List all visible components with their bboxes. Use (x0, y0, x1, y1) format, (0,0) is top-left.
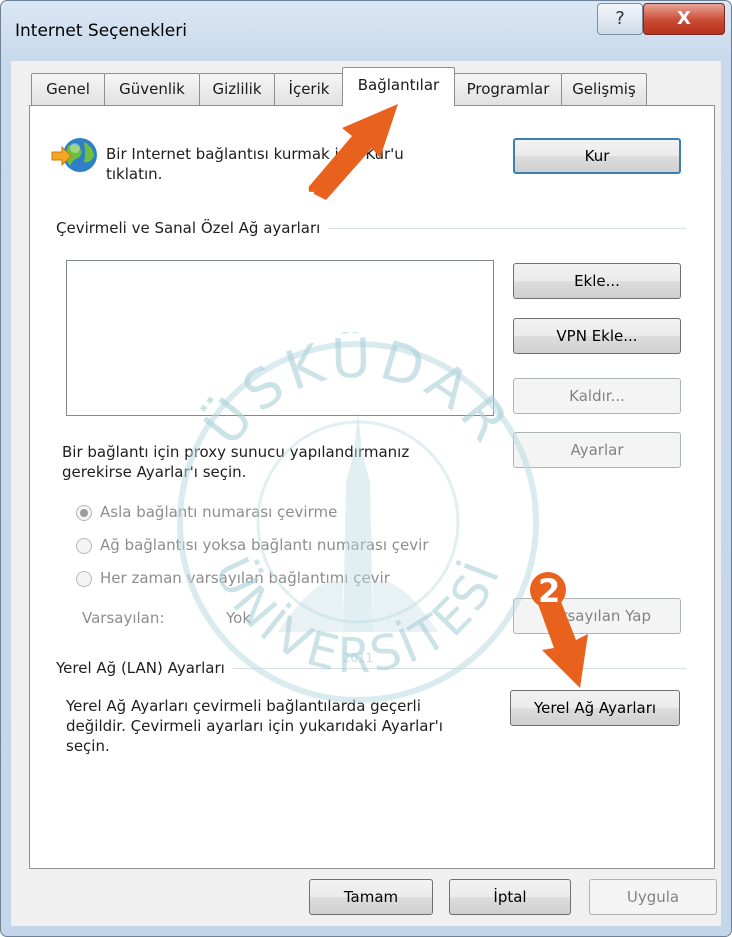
tab-label: Gelişmiş (572, 80, 636, 98)
tab-label: Genel (46, 80, 90, 98)
button-label: Yerel Ağ Ayarları (533, 699, 657, 717)
button-label: İptal (493, 888, 527, 906)
ok-button[interactable]: Tamam (309, 879, 433, 915)
dialup-settings-button[interactable]: Ayarlar (513, 432, 681, 468)
connections-list[interactable] (66, 260, 494, 416)
tab-gizlilik[interactable]: Gizlilik (199, 73, 275, 105)
tab-guvenlik[interactable]: Güvenlik (104, 73, 200, 105)
setup-description-cont: tıklatın. (106, 165, 163, 183)
button-label: Ekle... (574, 272, 620, 290)
proxy-description: Bir bağlantı için proxy sunucu yapılandı… (62, 443, 410, 461)
tab-programlar[interactable]: Programlar (454, 73, 562, 105)
button-label: Kaldır... (569, 387, 625, 405)
tab-genel[interactable]: Genel (31, 73, 105, 105)
remove-button[interactable]: Kaldır... (513, 378, 681, 414)
radio-always-dial-label: Her zaman varsayılan bağlantımı çevir (100, 569, 390, 587)
tab-label: Programlar (466, 80, 550, 98)
step-1-number: 1 (294, 166, 317, 204)
help-button[interactable]: ? (597, 3, 643, 35)
dialup-group-label: Çevirmeli ve Sanal Özel Ağ ayarları (56, 218, 329, 238)
button-label: Ayarlar (570, 441, 624, 459)
default-connection-value: Yok (226, 609, 252, 627)
button-label: Kur (584, 147, 610, 165)
help-icon: ? (615, 8, 625, 29)
title-bar[interactable]: Internet Seçenekleri ? X (1, 1, 731, 61)
radio-never-dial-label: Asla bağlantı numarası çevirme (100, 503, 338, 521)
radio-dial-when-no-network-label: Ağ bağlantısı yoksa bağlantı numarası çe… (100, 536, 429, 554)
add-vpn-button[interactable]: VPN Ekle... (513, 318, 681, 354)
window-title: Internet Seçenekleri (15, 21, 187, 41)
apply-button[interactable]: Uygula (589, 879, 717, 915)
button-label: Uygula (626, 888, 680, 906)
setup-button[interactable]: Kur (513, 138, 681, 174)
button-label: VPN Ekle... (556, 327, 638, 345)
lan-description-cont: değildir. Çevirmeli ayarları için yukarı… (66, 717, 443, 735)
radio-never-dial[interactable] (76, 505, 92, 521)
lan-description-end: seçin. (66, 737, 110, 755)
lan-description: Yerel Ağ Ayarları çevirmeli bağlantılard… (66, 697, 421, 715)
proxy-description-cont: gerekirse Ayarlar'ı seçin. (62, 463, 247, 481)
close-button[interactable]: X (643, 3, 725, 35)
radio-always-dial[interactable] (76, 571, 92, 587)
tab-gelismis[interactable]: Gelişmiş (561, 73, 647, 105)
connections-tab-page: Bir Internet bağlantısı kurmak için Kur'… (29, 105, 715, 869)
default-connection-label: Varsayılan: (82, 609, 165, 627)
radio-dial-when-no-network[interactable] (76, 538, 92, 554)
internet-globe-icon (51, 138, 97, 172)
close-icon: X (677, 8, 691, 29)
add-button[interactable]: Ekle... (513, 263, 681, 299)
button-label: Tamam (343, 888, 399, 906)
lan-group-label: Yerel Ağ (LAN) Ayarları (56, 658, 233, 678)
lan-settings-button[interactable]: Yerel Ağ Ayarları (510, 690, 680, 726)
tab-label: Gizlilik (212, 80, 262, 98)
tab-label: Güvenlik (119, 80, 185, 98)
step-2-number: 2 (538, 572, 561, 610)
cancel-button[interactable]: İptal (449, 879, 571, 915)
